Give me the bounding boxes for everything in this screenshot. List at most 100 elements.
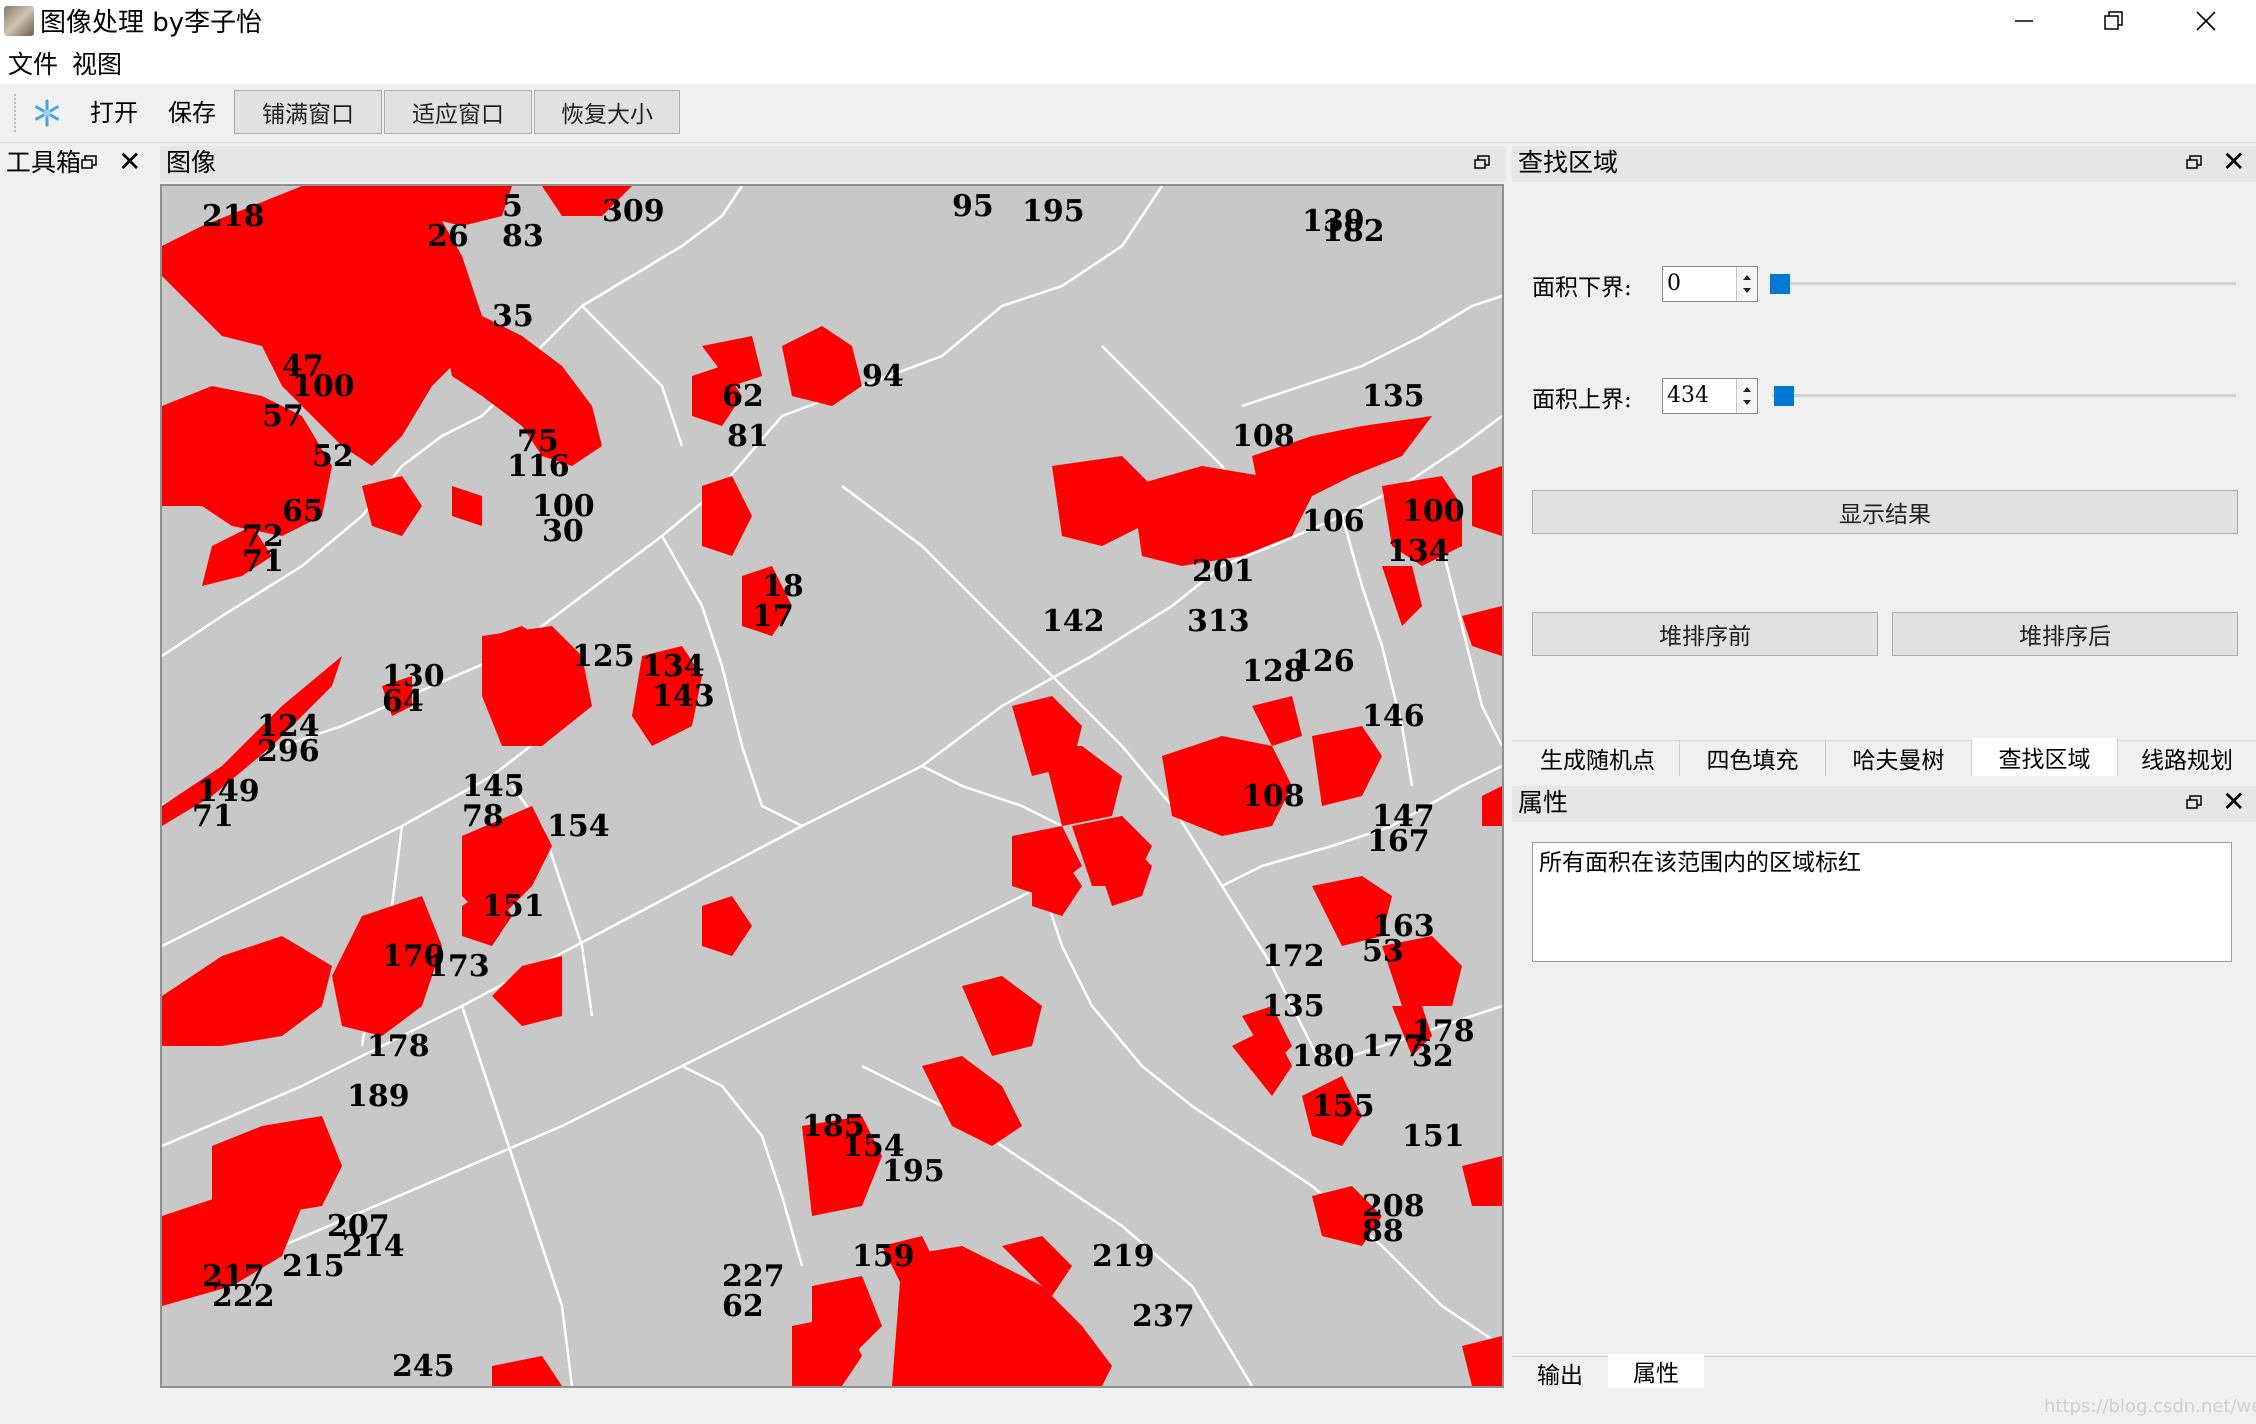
- svg-text:146: 146: [1362, 699, 1425, 734]
- area-min-slider-handle[interactable]: [1770, 274, 1790, 294]
- fit-window-button[interactable]: 适应窗口: [384, 90, 532, 134]
- properties-close-icon[interactable]: ✕: [2222, 788, 2245, 816]
- area-min-slider-track[interactable]: [1772, 282, 2236, 286]
- svg-text:53: 53: [1362, 934, 1404, 969]
- title-bar: [0, 0, 2256, 46]
- watermark: https://blog.csdn.net/weixin: [2044, 1396, 2256, 1417]
- svg-text:78: 78: [462, 799, 504, 834]
- menu-bar: [0, 46, 2256, 84]
- svg-text:309: 309: [602, 194, 665, 229]
- toolbar-grip[interactable]: [14, 94, 19, 132]
- minimize-icon: [2015, 20, 2033, 22]
- app-photo-icon: [4, 6, 34, 36]
- svg-text:75: 75: [517, 424, 559, 459]
- svg-text:83: 83: [502, 219, 544, 254]
- svg-text:17: 17: [752, 599, 794, 634]
- spin-arrows-icon[interactable]: [1736, 267, 1757, 301]
- tab-huffman-tree[interactable]: 哈夫曼树: [1826, 740, 1972, 776]
- svg-text:71: 71: [192, 799, 234, 834]
- svg-text:26: 26: [427, 219, 469, 254]
- svg-text:71: 71: [242, 544, 284, 579]
- area-max-slider-handle[interactable]: [1774, 386, 1794, 406]
- svg-text:135: 135: [1362, 379, 1425, 414]
- find-region-float-icon[interactable]: [2186, 155, 2202, 169]
- svg-text:143: 143: [652, 679, 715, 714]
- svg-text:245: 245: [392, 1349, 455, 1384]
- toolbox-dock-title: 工具箱: [6, 148, 82, 177]
- window-title: 图像处理 by李子怡: [40, 8, 263, 38]
- svg-text:201: 201: [1192, 554, 1255, 589]
- svg-text:151: 151: [482, 889, 545, 924]
- open-button[interactable]: 打开: [90, 96, 138, 130]
- tab-output[interactable]: 输出: [1516, 1356, 1604, 1390]
- svg-text:151: 151: [1402, 1119, 1465, 1154]
- description-box[interactable]: 所有面积在该范围内的区域标红: [1532, 842, 2232, 962]
- svg-text:189: 189: [347, 1079, 410, 1114]
- area-max-value: 434: [1667, 383, 1709, 408]
- svg-text:135: 135: [1262, 989, 1325, 1024]
- svg-text:81: 81: [727, 419, 769, 454]
- svg-text:100: 100: [1402, 494, 1465, 529]
- image-float-icon[interactable]: [1474, 155, 1490, 169]
- svg-text:218: 218: [202, 199, 265, 234]
- close-button[interactable]: [2160, 0, 2252, 42]
- svg-text:64: 64: [382, 684, 424, 719]
- tab-find-region[interactable]: 查找区域: [1972, 738, 2118, 776]
- svg-text:108: 108: [1232, 419, 1295, 454]
- svg-text:195: 195: [882, 1154, 945, 1189]
- image-dock-header: [160, 146, 1506, 182]
- tab-random-points[interactable]: 生成随机点: [1516, 740, 1680, 776]
- fill-window-button[interactable]: 铺满窗口: [234, 90, 382, 134]
- menu-file[interactable]: 文件: [8, 50, 58, 80]
- svg-text:142: 142: [1042, 604, 1105, 639]
- svg-text:106: 106: [1302, 504, 1365, 539]
- after-heap-sort-button[interactable]: 堆排序后: [1892, 612, 2238, 656]
- svg-text:134: 134: [642, 649, 705, 684]
- area-min-value: 0: [1667, 271, 1681, 296]
- maximize-button[interactable]: [2068, 0, 2160, 42]
- tab-four-color-fill[interactable]: 四色填充: [1680, 740, 1826, 776]
- find-region-dock-title: 查找区域: [1518, 148, 1619, 177]
- show-result-button[interactable]: 显示结果: [1532, 490, 2238, 534]
- svg-text:57: 57: [262, 399, 304, 434]
- area-min-spinbox[interactable]: 0: [1662, 266, 1758, 302]
- svg-text:155: 155: [1312, 1089, 1375, 1124]
- svg-text:214: 214: [342, 1229, 405, 1264]
- float-icon[interactable]: [81, 155, 97, 169]
- svg-text:167: 167: [1367, 824, 1430, 859]
- tab-route-planning[interactable]: 线路规划: [2118, 740, 2256, 776]
- svg-text:296: 296: [257, 734, 320, 769]
- image-dock-title: 图像: [166, 148, 217, 177]
- svg-text:173: 173: [427, 949, 490, 984]
- close-icon: [2196, 11, 2216, 31]
- svg-text:52: 52: [312, 439, 354, 474]
- svg-text:30: 30: [542, 514, 584, 549]
- toolbox-close-icon[interactable]: ✕: [118, 148, 141, 176]
- maximize-icon: [2104, 11, 2123, 30]
- svg-text:125: 125: [572, 639, 635, 674]
- svg-text:134: 134: [1387, 534, 1450, 569]
- svg-text:237: 237: [1132, 1299, 1195, 1334]
- svg-text:182: 182: [1322, 214, 1385, 249]
- properties-dock-header: [1512, 786, 2256, 822]
- spin-arrows-icon[interactable]: [1736, 379, 1757, 413]
- tab-properties[interactable]: 属性: [1608, 1354, 1704, 1388]
- menu-view[interactable]: 视图: [72, 50, 122, 80]
- svg-text:88: 88: [1362, 1214, 1404, 1249]
- svg-text:154: 154: [547, 809, 610, 844]
- properties-float-icon[interactable]: [2186, 795, 2202, 809]
- before-heap-sort-button[interactable]: 堆排序前: [1532, 612, 1878, 656]
- svg-text:95: 95: [952, 189, 994, 224]
- restore-size-button[interactable]: 恢复大小: [534, 90, 680, 134]
- find-region-dock-header: [1512, 146, 2256, 182]
- area-max-spinbox[interactable]: 434: [1662, 378, 1758, 414]
- svg-text:178: 178: [367, 1029, 430, 1064]
- minimize-button[interactable]: [1978, 0, 2070, 42]
- svg-text:215: 215: [282, 1249, 345, 1284]
- area-max-slider-track[interactable]: [1772, 394, 2236, 398]
- snowflake-icon[interactable]: [32, 98, 62, 128]
- image-canvas[interactable]: 218 5 83 309 95 195 139 182 26 35 47 100…: [160, 184, 1504, 1388]
- save-button[interactable]: 保存: [168, 96, 216, 130]
- find-region-close-icon[interactable]: ✕: [2222, 148, 2245, 176]
- svg-text:94: 94: [862, 359, 904, 394]
